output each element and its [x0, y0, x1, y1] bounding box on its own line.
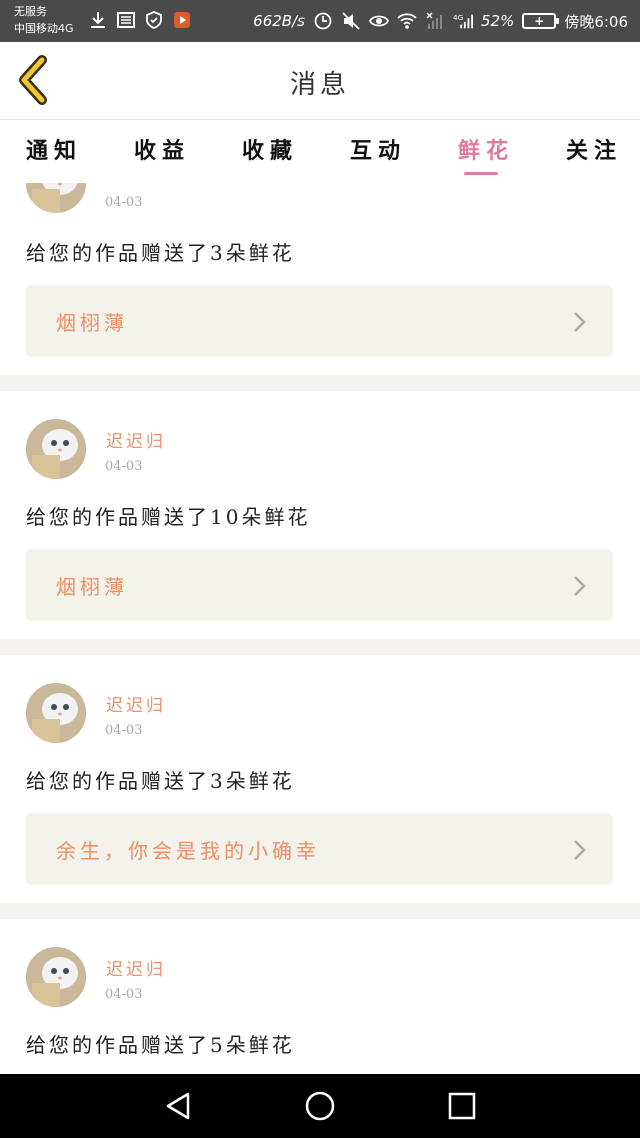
- date-label: 04-03: [105, 195, 143, 210]
- category-tabs: 通知 收益 收藏 互动 鲜花 关注: [0, 121, 640, 183]
- eye-icon: [368, 11, 389, 31]
- sender-username[interactable]: 迟迟归: [106, 691, 166, 716]
- list-item: 04-03 给您的作品赠送了3朵鲜花 烟栩薄: [0, 183, 640, 375]
- list-item: 迟迟归 04-03 给您的作品赠送了10朵鲜花 烟栩薄: [0, 391, 640, 639]
- tab-interactions[interactable]: 互动: [350, 133, 406, 165]
- work-link[interactable]: 烟栩薄: [26, 549, 613, 621]
- flower-message: 给您的作品赠送了3朵鲜花: [26, 241, 295, 265]
- work-title: 烟栩薄: [56, 575, 128, 599]
- work-title: 烟栩薄: [56, 311, 128, 335]
- square-recents-icon: [448, 1092, 476, 1120]
- flower-message: 给您的作品赠送了10朵鲜花: [26, 505, 311, 529]
- notification-icons: [88, 10, 192, 30]
- work-link[interactable]: 烟栩薄: [26, 285, 613, 357]
- shield-check-icon: [144, 10, 164, 30]
- chevron-right-icon: [574, 312, 586, 332]
- avatar[interactable]: [26, 419, 86, 479]
- avatar[interactable]: [26, 683, 86, 743]
- chevron-right-icon: [574, 840, 586, 860]
- sender-username[interactable]: 迟迟归: [106, 955, 166, 980]
- flower-message: 给您的作品赠送了3朵鲜花: [26, 769, 295, 793]
- carrier-info: 无服务 中国移动4G: [14, 3, 74, 37]
- flower-feed[interactable]: 04-03 给您的作品赠送了3朵鲜花 烟栩薄 迟迟归 04-03 给您的作品赠送…: [0, 183, 640, 1074]
- circle-home-icon: [305, 1091, 335, 1121]
- avatar[interactable]: [26, 947, 86, 1007]
- date-label: 04-03: [105, 987, 143, 1002]
- page-title: 消息: [289, 70, 350, 100]
- triangle-back-icon: [166, 1092, 190, 1120]
- signal-off-icon: [425, 11, 445, 31]
- tab-earnings[interactable]: 收益: [134, 133, 190, 165]
- svg-text:4G: 4G: [453, 13, 464, 22]
- clock-alarm-icon: [313, 11, 333, 31]
- tab-notifications[interactable]: 通知: [26, 133, 82, 165]
- wifi-icon: [397, 11, 417, 31]
- image-gallery-icon: [116, 10, 136, 30]
- chevron-right-icon: [574, 576, 586, 596]
- date-label: 04-03: [105, 723, 143, 738]
- battery-charging-icon: +: [522, 13, 560, 29]
- download-icon: [88, 10, 108, 30]
- status-bar: 无服务 中国移动4G 662B/s 4G 52% + 傍晚6:06: [0, 0, 640, 42]
- system-nav-bar: [0, 1074, 640, 1138]
- work-link[interactable]: 余生，你会是我的小确幸: [26, 813, 613, 885]
- battery-percent: 52%: [480, 12, 515, 30]
- date-label: 04-03: [105, 459, 143, 474]
- flower-message: 给您的作品赠送了5朵鲜花: [26, 1033, 295, 1057]
- signal-4g-icon: 4G: [453, 11, 473, 31]
- divider: [0, 639, 640, 655]
- nav-home-button[interactable]: [302, 1088, 338, 1124]
- video-app-icon: [172, 10, 192, 30]
- carrier-line-2: 中国移动4G: [14, 22, 74, 35]
- clock-time: 傍晚6:06: [564, 12, 628, 31]
- network-speed: 662B/s: [253, 12, 305, 30]
- list-item: 迟迟归 04-03 给您的作品赠送了3朵鲜花 余生，你会是我的小确幸: [0, 655, 640, 903]
- divider: [0, 375, 640, 391]
- divider: [0, 903, 640, 919]
- tab-following[interactable]: 关注: [566, 133, 622, 165]
- tab-favorites[interactable]: 收藏: [242, 133, 298, 165]
- avatar[interactable]: [26, 183, 86, 213]
- work-title: 余生，你会是我的小确幸: [56, 839, 320, 863]
- mute-icon: [341, 11, 361, 31]
- system-indicators: 662B/s 4G 52% + 傍晚6:06: [253, 0, 628, 42]
- app-header: 消息: [0, 42, 640, 120]
- active-tab-indicator: [464, 172, 498, 175]
- sender-username[interactable]: 迟迟归: [106, 427, 166, 452]
- tab-flowers[interactable]: 鲜花: [458, 133, 514, 165]
- nav-back-button[interactable]: [160, 1088, 196, 1124]
- carrier-line-1: 无服务: [14, 5, 47, 18]
- list-item: 迟迟归 04-03 给您的作品赠送了5朵鲜花: [0, 919, 640, 1074]
- nav-recents-button[interactable]: [444, 1088, 480, 1124]
